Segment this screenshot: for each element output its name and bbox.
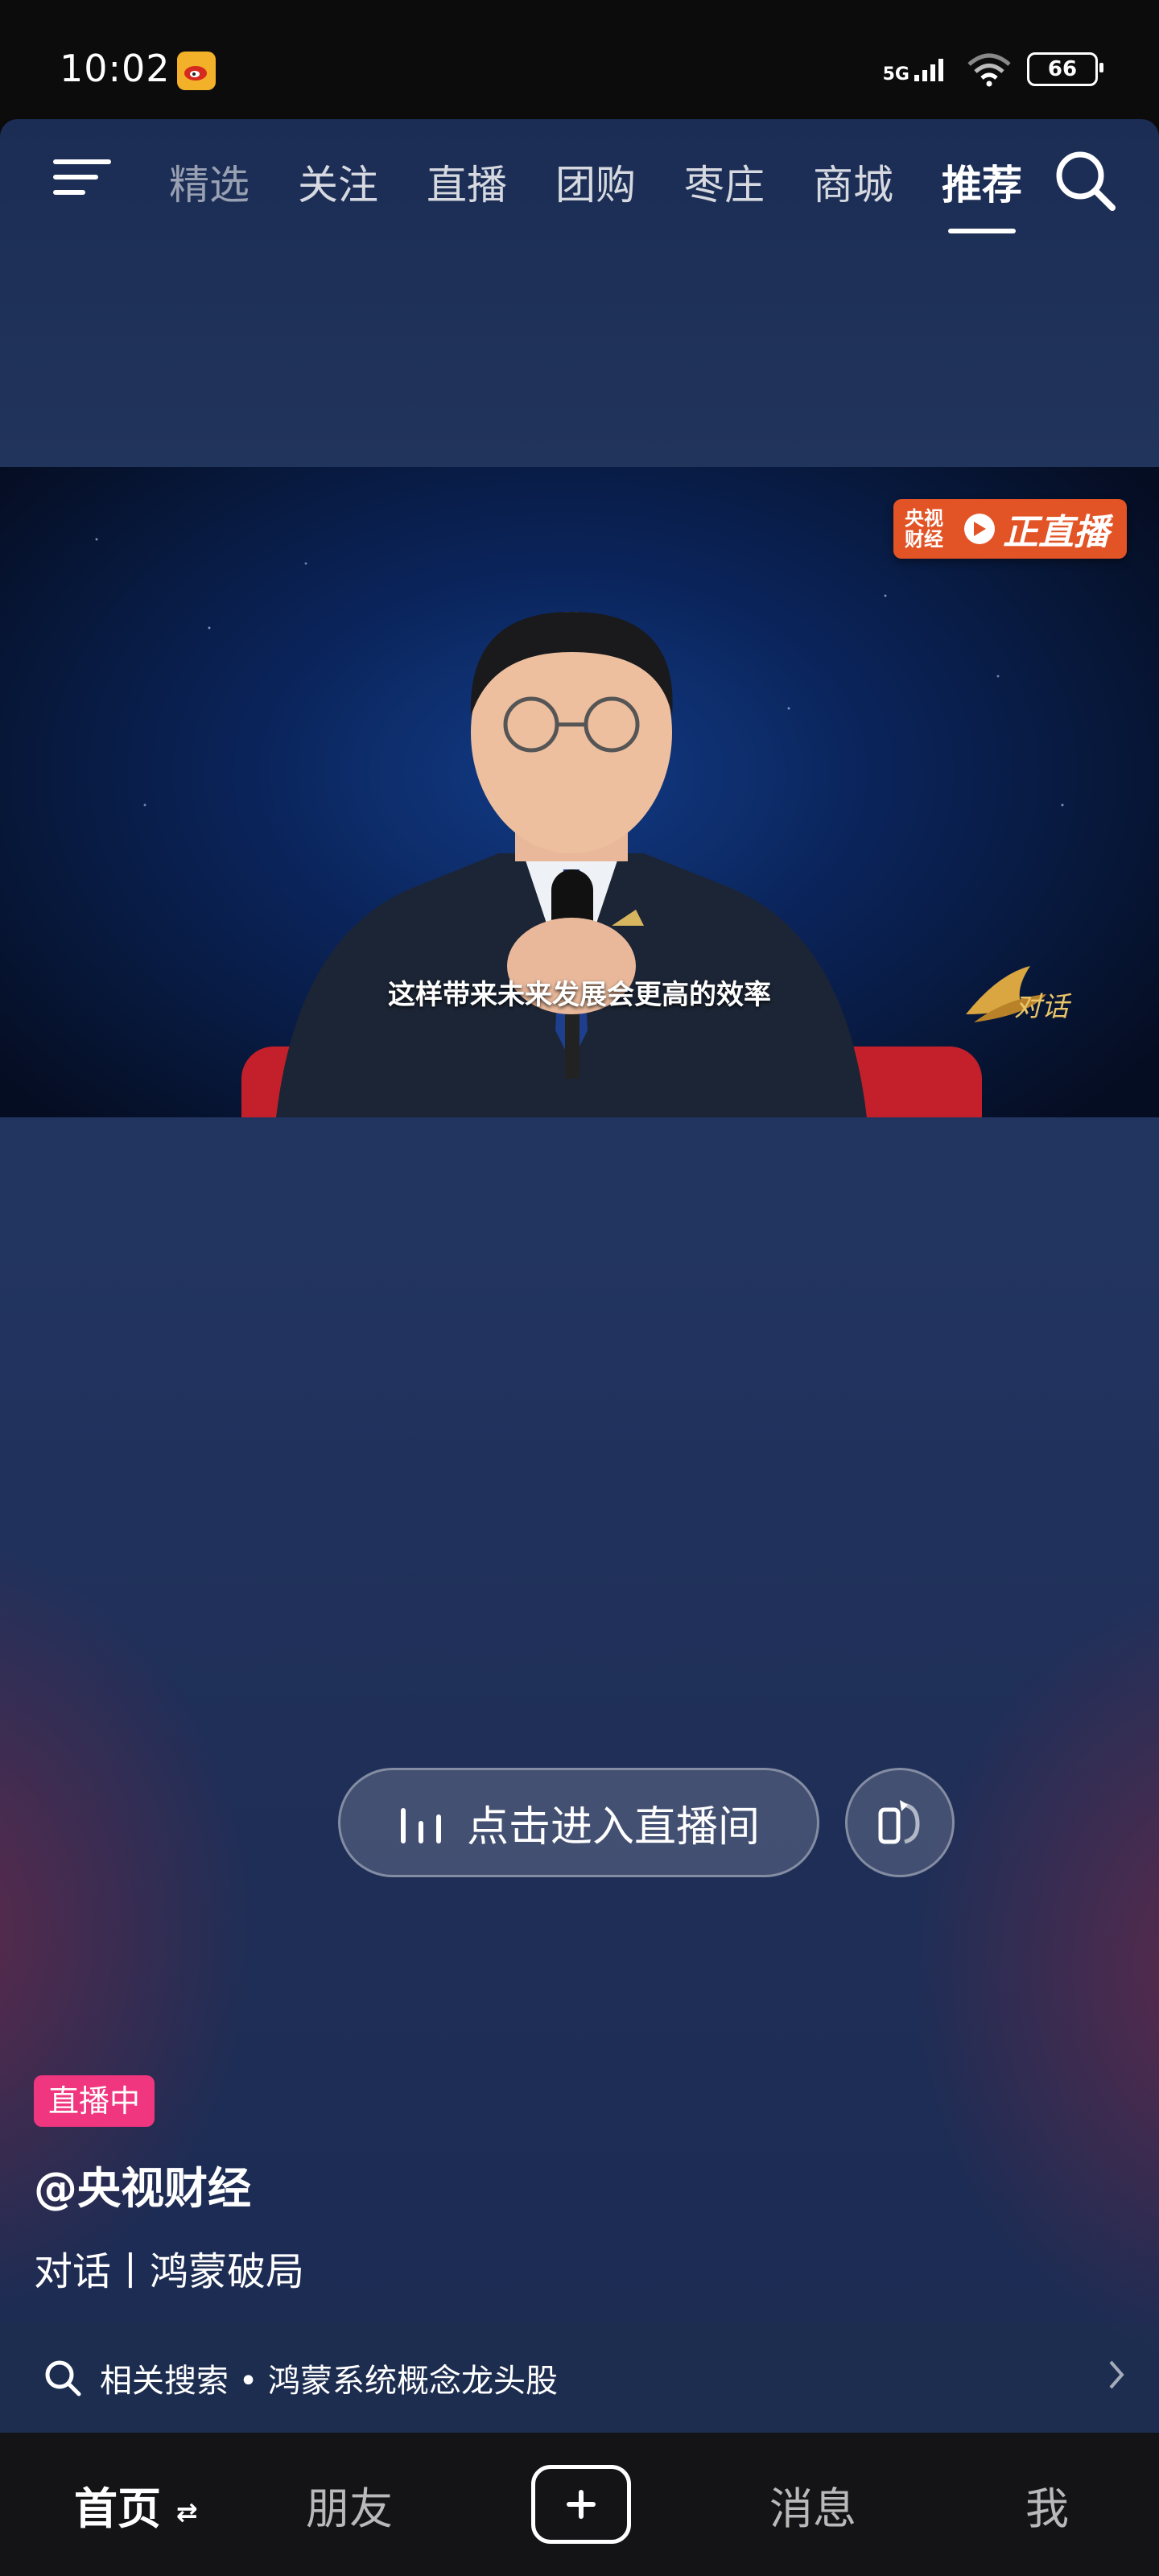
search-icon (45, 2360, 81, 2396)
top-nav: 精选 关注 直播 团购 枣庄 商城 推荐 (0, 119, 1159, 240)
rotate-screen-icon (878, 1800, 920, 1844)
show-logo-text: 对话 (1014, 991, 1072, 1023)
tab-live[interactable]: 直播 (402, 143, 531, 221)
live-badge-text: 正直播 (1003, 512, 1109, 553)
status-time: 10:02 (60, 47, 171, 90)
play-icon (964, 514, 995, 544)
nav-messages[interactable]: 消息 (769, 2473, 856, 2537)
live-video[interactable]: 央视财经 正直播 这样带来未来发展会更高的效率 对话 (0, 467, 1159, 1117)
network-label: 5G (882, 64, 909, 85)
speaker-figure (276, 612, 867, 1117)
live-status-badge: 直播中 (34, 2075, 155, 2127)
cctv-live-badge: 央视财经 正直播 (893, 499, 1127, 559)
wifi-icon (967, 53, 1011, 87)
tab-zaozhuang[interactable]: 枣庄 (660, 143, 789, 221)
nav-friends[interactable]: 朋友 (306, 2473, 393, 2537)
battery-level: 66 (1047, 57, 1078, 81)
audio-bars-icon (400, 1808, 441, 1843)
chevron-right-icon (1109, 2360, 1124, 2389)
swap-arrows-icon: ⇄ (175, 2496, 198, 2528)
related-search-bar[interactable]: 相关搜索 • 鸿蒙系统概念龙头股 (0, 2323, 1159, 2433)
status-indicators: 5G 66 (882, 52, 1103, 87)
battery-icon: 66 (1027, 52, 1103, 86)
enter-live-room-button[interactable]: 点击进入直播间 (338, 1768, 819, 1877)
signal-icon: 5G (882, 56, 951, 85)
plus-icon (567, 2490, 596, 2519)
bottom-nav: 首页 ⇄ 朋友 消息 我 (0, 2433, 1159, 2576)
live-title: 对话丨鸿蒙破局 (34, 2249, 305, 2294)
search-icon[interactable] (1051, 147, 1119, 214)
tab-featured[interactable]: 精选 (145, 143, 274, 221)
create-post-button[interactable] (531, 2465, 631, 2544)
cctv-brand-label: 央视财经 (905, 507, 943, 551)
nav-tabs: 精选 关注 直播 团购 枣庄 商城 推荐 (145, 143, 1046, 233)
tab-recommend[interactable]: 推荐 (918, 143, 1046, 233)
rotate-screen-button[interactable] (845, 1768, 955, 1877)
author-name[interactable]: @央视财经 (34, 2153, 251, 2216)
nav-home[interactable]: 首页 ⇄ (74, 2473, 198, 2537)
live-feed-card[interactable]: 精选 关注 直播 团购 枣庄 商城 推荐 央视财经 正直播 这样带来未来发展会更… (0, 119, 1159, 2433)
status-bar: 10:02 5G 66 (0, 0, 1159, 119)
menu-icon[interactable] (53, 153, 111, 201)
nav-home-label: 首页 (74, 2483, 161, 2534)
tab-following[interactable]: 关注 (274, 143, 402, 221)
enter-live-room-label: 点击进入直播间 (466, 1802, 760, 1852)
weibo-notification-icon (177, 52, 216, 90)
tab-group-buy[interactable]: 团购 (531, 143, 660, 221)
nav-me[interactable]: 我 (1025, 2473, 1069, 2537)
tab-mall[interactable]: 商城 (789, 143, 918, 221)
related-search-text: 相关搜索 • 鸿蒙系统概念龙头股 (100, 2363, 559, 2400)
dialogue-show-logo: 对话 (966, 966, 1072, 1023)
